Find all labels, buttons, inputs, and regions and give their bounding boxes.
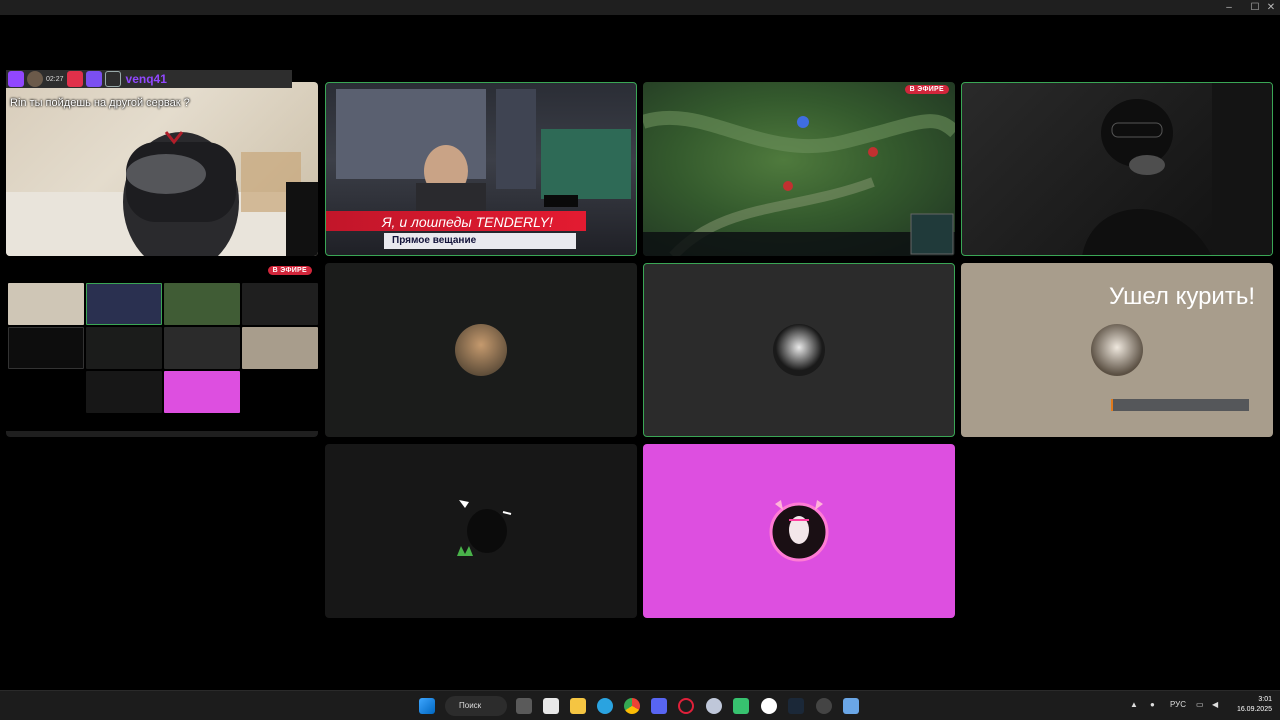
file-explorer-icon[interactable] (570, 698, 586, 714)
mini-tile (242, 327, 318, 369)
mini-tile (86, 283, 162, 325)
chat-message: Rin ты пойдешь на другой сервак ? (10, 97, 190, 109)
language-indicator[interactable]: РУС (1170, 700, 1186, 709)
news-subtitle: Прямое вещание (384, 233, 576, 249)
chat-timestamp: 02:27 (46, 75, 64, 83)
mini-tile (8, 283, 84, 325)
bomb-icon (457, 500, 512, 556)
stream-tile-pink[interactable] (643, 444, 955, 618)
avatar (773, 324, 825, 376)
twitch-icon (8, 71, 24, 87)
microphone-icon[interactable]: ● (1150, 700, 1155, 709)
mini-tile (164, 327, 240, 369)
volume-icon[interactable]: ◀ (1212, 700, 1218, 709)
mini-tile (164, 283, 240, 325)
clock-time: 3:01 (1258, 696, 1272, 703)
live-badge: В ЭФИРЕ (904, 85, 949, 94)
camera-badge-icon (66, 71, 83, 87)
yandex-browser-icon[interactable] (761, 698, 777, 714)
stream-tile-dark-webcam[interactable] (961, 82, 1273, 256)
mini-tile (164, 371, 240, 413)
desktop-screen: – ☐ ✕ 02:27 venq41 Rin ты пойдешь на дру… (0, 0, 1280, 720)
network-icon[interactable]: ▭ (1196, 700, 1204, 709)
raccoon-avatar (1091, 324, 1143, 376)
obs-icon[interactable] (816, 698, 832, 714)
star-badge-icon (85, 71, 102, 87)
away-status-text: Ушел курить! (1108, 283, 1255, 310)
discord-icon[interactable] (651, 698, 667, 714)
dark-webcam-scene (1082, 83, 1272, 255)
muted-badge-icon (104, 71, 121, 87)
taskbar-search-label: Поиск (459, 701, 482, 710)
chat-username[interactable]: venq41 (126, 72, 167, 86)
pink-avatar-icon (769, 500, 829, 562)
mini-tile (242, 283, 318, 325)
mini-tile (86, 327, 162, 369)
telegram-icon[interactable] (597, 698, 613, 714)
avatar (455, 324, 507, 376)
app-icon-blue[interactable] (843, 698, 859, 714)
mini-tile (8, 327, 84, 369)
stream-tile-away[interactable]: Ушел курить! (961, 263, 1273, 437)
news-headline: Я, и лошпеды TENDERLY! (382, 214, 553, 230)
task-view-icon[interactable] (516, 698, 532, 714)
steam-icon[interactable] (788, 698, 804, 714)
stream-tile-avatar-1[interactable] (325, 263, 637, 437)
chat-overlay-bar: 02:27 venq41 (6, 70, 292, 88)
window-titlebar: – ☐ ✕ (0, 0, 1280, 15)
minimize-button[interactable]: – (1218, 0, 1240, 15)
stream-tile-news[interactable]: Я, и лошпеды TENDERLY! Прямое вещание (325, 82, 637, 256)
stream-tile-screen-capture[interactable]: В ЭФИРЕ (6, 263, 318, 437)
stream-tile-avatar-2[interactable] (643, 263, 955, 437)
clock-date: 16.09.2025 (1236, 706, 1272, 713)
close-button[interactable]: ✕ (1260, 0, 1280, 15)
chrome-icon[interactable] (624, 698, 640, 714)
system-clock[interactable]: 3:01 16.09.2025 (1232, 695, 1272, 715)
app-icon-green[interactable] (733, 698, 749, 714)
taskbar-search[interactable]: Поиск (445, 696, 507, 716)
notepad-icon[interactable] (543, 698, 559, 714)
live-badge: В ЭФИРЕ (267, 266, 312, 275)
mini-taskbar (6, 431, 318, 437)
mini-tile (86, 371, 162, 413)
tray-chevron-icon[interactable]: ▲ (1130, 700, 1138, 709)
fingerprint-app-icon[interactable] (706, 698, 722, 714)
chat-avatar (27, 71, 43, 87)
away-progress-bar (1111, 399, 1249, 411)
stream-tile-game[interactable]: В ЭФИРЕ (643, 82, 955, 256)
stream-tile-avatar-3[interactable] (325, 444, 637, 618)
opera-icon[interactable] (678, 698, 694, 714)
windows-start-icon[interactable] (419, 698, 435, 714)
game-map (643, 110, 955, 256)
taskbar: Поиск ▲ ● РУС ▭ ◀ 3:01 16.09.2025 (0, 690, 1280, 720)
